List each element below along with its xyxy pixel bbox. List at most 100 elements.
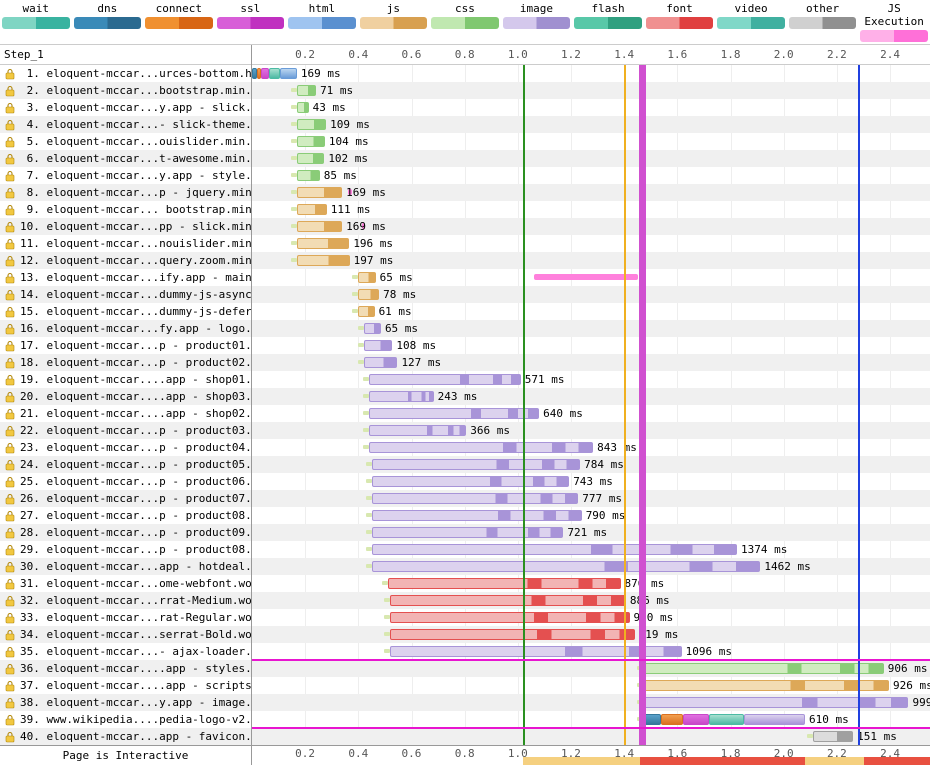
timing-bar[interactable] [372,561,761,572]
legend-dns: dns [72,2,144,42]
request-row[interactable]: 2. eloquent-mccar...bootstrap.min.css [0,82,251,99]
tick-label: 0.4 [348,747,368,760]
timing-bar[interactable] [372,493,579,504]
request-row[interactable]: 26. eloquent-mccar...p - product07.jpg [0,490,251,507]
request-row[interactable]: 10. eloquent-mccar...pp - slick.min.js [0,218,251,235]
bar-row: 78 ms [252,286,930,303]
request-row[interactable]: 18. eloquent-mccar...p - product02.jpg [0,354,251,371]
timing-bar[interactable] [388,578,621,589]
request-row[interactable]: 21. eloquent-mccar....app - shop02.png [0,405,251,422]
tick-label: 1.0 [508,48,528,61]
timing-bar[interactable] [390,595,626,606]
timing-bar[interactable] [358,289,379,300]
timing-bar[interactable] [297,187,342,198]
request-row[interactable]: 30. eloquent-mccar...app - hotdeal.png [0,558,251,575]
request-row[interactable]: 37. eloquent-mccar....app - scripts.js [0,677,251,694]
timing-bar[interactable] [297,238,349,249]
request-row[interactable]: 14. eloquent-mccar...dummy-js-async.js [0,286,251,303]
timing-bar[interactable] [297,255,349,266]
timing-bar[interactable] [372,476,570,487]
request-row[interactable]: 38. eloquent-mccar...y.app - image.jpg [0,694,251,711]
timing-bar[interactable] [643,663,884,674]
timing-bar[interactable] [369,374,521,385]
request-row[interactable]: 17. eloquent-mccar...p - product01.jpg [0,337,251,354]
request-row[interactable]: 19. eloquent-mccar....app - shop01.png [0,371,251,388]
cpu-segment [523,757,640,765]
request-row[interactable]: 27. eloquent-mccar...p - product08.jpg [0,507,251,524]
request-label: 30. eloquent-mccar...app - hotdeal.png [20,558,251,575]
request-row[interactable]: 8. eloquent-mccar...p - jquery.min.js [0,184,251,201]
cpu-segment [691,757,742,765]
request-row[interactable]: 5. eloquent-mccar...ouislider.min.css [0,133,251,150]
request-row[interactable]: 34. eloquent-mccar...serrat-Bold.woff2 [0,626,251,643]
request-row[interactable]: 35. eloquent-mccar...- ajax-loader.gif [0,643,251,660]
request-label: 2. eloquent-mccar...bootstrap.min.css [20,82,251,99]
request-label: 22. eloquent-mccar...p - product03.jpg [20,422,251,439]
request-row[interactable]: 12. eloquent-mccar...query.zoom.min.js [0,252,251,269]
request-row[interactable]: 4. eloquent-mccar...- slick-theme.css [0,116,251,133]
timing-bar[interactable] [364,340,393,351]
duration-label: 610 ms [809,713,849,726]
timing-bar[interactable] [372,510,582,521]
timing-bar[interactable] [358,272,375,283]
request-row[interactable]: 28. eloquent-mccar...p - product09.jpg [0,524,251,541]
timing-bar[interactable] [297,221,342,232]
request-row[interactable]: 23. eloquent-mccar...p - product04.jpg [0,439,251,456]
request-row[interactable]: 36. eloquent-mccar....app - styles.css [0,660,251,677]
request-row[interactable]: 33. eloquent-mccar...rat-Regular.woff2 [0,609,251,626]
request-label: 23. eloquent-mccar...p - product04.jpg [20,439,251,456]
timing-bar[interactable] [390,612,629,623]
request-row[interactable]: 16. eloquent-mccar...fy.app - logo.png [0,320,251,337]
timing-bar[interactable] [364,357,398,368]
request-row[interactable]: 20. eloquent-mccar....app - shop03.png [0,388,251,405]
timing-bar[interactable] [643,680,889,691]
timing-bar[interactable] [372,459,580,470]
bar-row: 721 ms [252,524,930,541]
request-label: 25. eloquent-mccar...p - product06.jpg [20,473,251,490]
timing-bar[interactable] [369,425,466,436]
duration-label: 151 ms [857,730,897,743]
timing-bar[interactable] [372,544,737,555]
request-row[interactable]: 6. eloquent-mccar...t-awesome.min.css [0,150,251,167]
timing-bar[interactable] [297,204,327,215]
timing-bar[interactable] [297,136,325,147]
timing-bar[interactable] [297,85,316,96]
timing-bar[interactable] [369,408,539,419]
bottom-bar: Page is Interactive 0.20.40.60.81.01.21.… [0,745,930,765]
request-row[interactable]: 32. eloquent-mccar...rrat-Medium.woff2 [0,592,251,609]
request-row[interactable]: 31. eloquent-mccar...ome-webfont.woff2 [0,575,251,592]
request-row[interactable]: 24. eloquent-mccar...p - product05.jpg [0,456,251,473]
timing-bar[interactable] [369,391,434,402]
timing-bar[interactable] [358,306,374,317]
timing-bar[interactable] [643,697,909,708]
timing-bar[interactable] [297,102,308,113]
request-row[interactable]: 22. eloquent-mccar...p - product03.jpg [0,422,251,439]
timing-bar[interactable] [364,323,381,334]
request-label: 1. eloquent-mccar...urces-bottom.html [20,65,251,82]
marker-line [523,65,525,745]
request-row[interactable]: 13. eloquent-mccar...ify.app - main.js [0,269,251,286]
request-row[interactable]: 3. eloquent-mccar...y.app - slick.css [0,99,251,116]
timing-bar[interactable] [297,153,324,164]
request-row[interactable]: 39. www.wikipedia....pedia-logo-v2.png [0,711,251,728]
timing-bar[interactable] [297,119,326,130]
request-label: 20. eloquent-mccar....app - shop03.png [20,388,251,405]
request-row[interactable]: 9. eloquent-mccar... bootstrap.min.js [0,201,251,218]
cpu-segment [864,757,930,765]
bar-row: 65 ms [252,269,930,286]
request-label: 29. eloquent-mccar...p - product08.png [20,541,251,558]
request-label: 19. eloquent-mccar....app - shop01.png [20,371,251,388]
request-row[interactable]: 11. eloquent-mccar...nouislider.min.js [0,235,251,252]
request-row[interactable]: 7. eloquent-mccar...y.app - style.css [0,167,251,184]
request-row[interactable]: 1. eloquent-mccar...urces-bottom.html [0,65,251,82]
request-row[interactable]: 25. eloquent-mccar...p - product06.jpg [0,473,251,490]
request-row[interactable]: 29. eloquent-mccar...p - product08.png [0,541,251,558]
request-row[interactable]: 15. eloquent-mccar...dummy-js-defer.js [0,303,251,320]
timing-bar[interactable] [813,731,853,742]
timing-bar[interactable] [297,170,320,181]
request-row[interactable]: 40. eloquent-mccar...app - favicon.ico [0,728,251,745]
timing-bar[interactable] [369,442,593,453]
timing-bar[interactable] [390,629,634,640]
timing-bar[interactable] [372,527,564,538]
request-label: 6. eloquent-mccar...t-awesome.min.css [20,150,251,167]
